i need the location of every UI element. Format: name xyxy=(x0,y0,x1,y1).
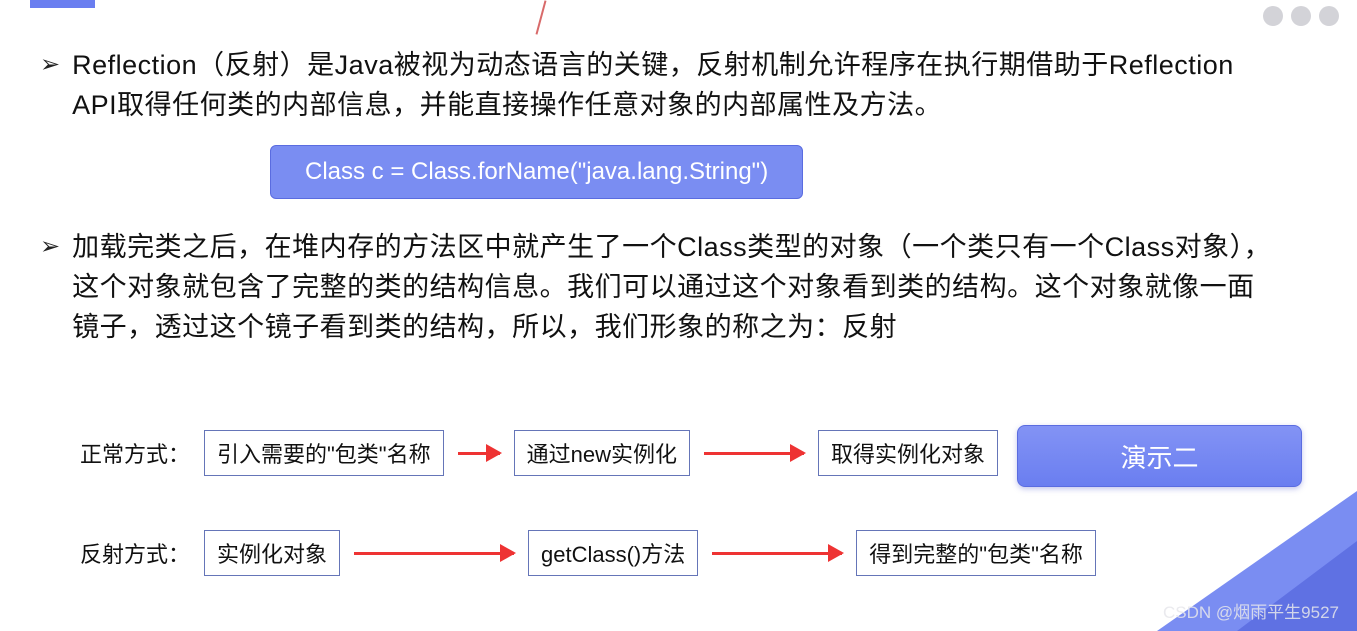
main-content: ➢ Reflection（反射）是Java被视为动态语言的关键，反射机制允许程序… xyxy=(40,45,1277,361)
bullet-item-2: ➢ 加载完类之后，在堆内存的方法区中就产生了一个Class类型的对象（一个类只有… xyxy=(40,227,1277,347)
flow-normal-step-3: 取得实例化对象 xyxy=(818,430,998,476)
arrow-right-icon xyxy=(712,552,842,555)
arrow-right-icon xyxy=(458,452,500,455)
dot-icon xyxy=(1291,6,1311,26)
flow-normal-label: 正常方式： xyxy=(80,437,190,469)
bullet-item-1: ➢ Reflection（反射）是Java被视为动态语言的关键，反射机制允许程序… xyxy=(40,45,1277,125)
demo-button[interactable]: 演示二 xyxy=(1017,425,1302,487)
arrow-right-icon xyxy=(354,552,514,555)
dot-icon xyxy=(1263,6,1283,26)
flow-normal-step-1: 引入需要的"包类"名称 xyxy=(204,430,444,476)
bullet-text-1: Reflection（反射）是Java被视为动态语言的关键，反射机制允许程序在执… xyxy=(72,45,1277,125)
flow-normal: 正常方式： 引入需要的"包类"名称 通过new实例化 取得实例化对象 xyxy=(80,430,1096,476)
decorative-dots xyxy=(1263,6,1339,26)
bullet-mark-icon: ➢ xyxy=(40,227,60,267)
dot-icon xyxy=(1319,6,1339,26)
top-accent-bar xyxy=(30,0,95,8)
watermark-text: CSDN @烟雨平生9527 xyxy=(1163,598,1339,623)
flow-diagrams: 正常方式： 引入需要的"包类"名称 通过new实例化 取得实例化对象 反射方式：… xyxy=(80,430,1096,630)
flow-reflect-step-3: 得到完整的"包类"名称 xyxy=(856,530,1096,576)
bullet-text-2: 加载完类之后，在堆内存的方法区中就产生了一个Class类型的对象（一个类只有一个… xyxy=(72,227,1277,347)
flow-reflect-label: 反射方式： xyxy=(80,537,190,569)
code-snippet: Class c = Class.forName("java.lang.Strin… xyxy=(270,145,803,199)
flow-reflect-step-2: getClass()方法 xyxy=(528,530,698,576)
red-dash-mark xyxy=(536,0,547,34)
flow-reflect: 反射方式： 实例化对象 getClass()方法 得到完整的"包类"名称 xyxy=(80,530,1096,576)
flow-normal-step-2: 通过new实例化 xyxy=(514,430,690,476)
bullet-mark-icon: ➢ xyxy=(40,45,60,85)
arrow-right-icon xyxy=(704,452,804,455)
flow-reflect-step-1: 实例化对象 xyxy=(204,530,340,576)
